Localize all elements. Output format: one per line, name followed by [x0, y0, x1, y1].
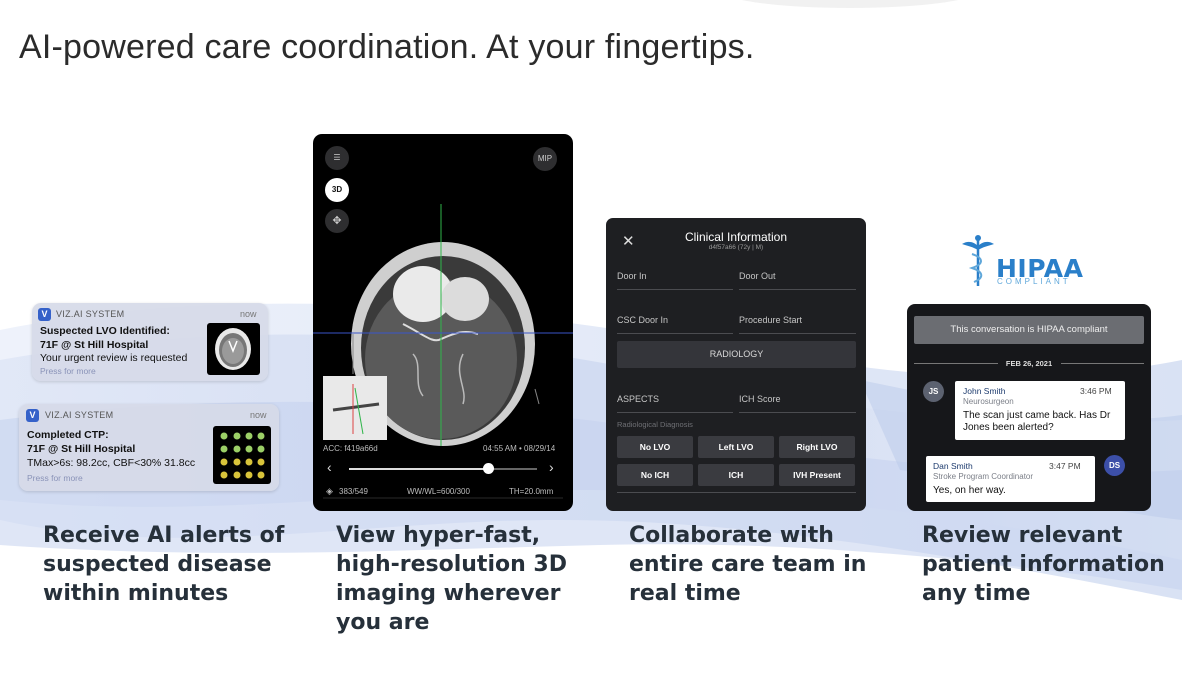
message-text: Jones been alerted? — [963, 422, 1054, 433]
3d-button[interactable]: 3D — [325, 178, 349, 202]
chip-left-lvo[interactable]: Left LVO — [698, 436, 774, 458]
slice-counter: 383/549 — [339, 487, 368, 496]
procedure-start-field[interactable]: Procedure Start — [739, 315, 802, 325]
caption-collaborate: Collaborate with entire care team in rea… — [629, 521, 866, 608]
sender-role: Stroke Program Coordinator — [933, 472, 1034, 481]
notification-message: TMax>6s: 98.2cc, CBF<30% 31.8cc — [27, 457, 196, 469]
chat-message: Dan Smith Stroke Program Coordinator 3:4… — [926, 456, 1095, 502]
date-divider-right — [1061, 363, 1144, 364]
caption-line: Review relevant — [922, 523, 1123, 548]
settings-sliders-icon[interactable]: ☰ — [325, 146, 349, 170]
chip-ich[interactable]: ICH — [698, 464, 774, 486]
chip-right-lvo[interactable]: Right LVO — [779, 436, 855, 458]
hipaa-compliant-logo: HIPAA COMPLIANT — [958, 232, 1083, 292]
chip-no-ich[interactable]: No ICH — [617, 464, 693, 486]
panel-title: Clinical Information — [684, 230, 788, 244]
message-text: The scan just came back. Has Dr — [963, 410, 1111, 421]
caption-line: any time — [922, 581, 1031, 606]
prev-slice-icon[interactable]: ‹ — [327, 459, 332, 475]
notification-lvo[interactable]: V VIZ.AI SYSTEM now Suspected LVO Identi… — [32, 303, 268, 381]
next-slice-icon[interactable]: › — [549, 459, 554, 475]
caption-imaging: View hyper-fast, high-resolution 3D imag… — [336, 521, 567, 637]
door-in-field[interactable]: Door In — [617, 271, 647, 281]
layers-icon: ◈ — [326, 486, 333, 496]
csc-door-in-field[interactable]: CSC Door In — [617, 315, 668, 325]
mip-button[interactable]: MIP — [533, 147, 557, 171]
imaging-viewer: ☰ MIP 3D ✥ ACC: f419a66d 04:55 AM • 08/2… — [313, 134, 573, 511]
slice-thickness: TH=20.0mm — [509, 487, 554, 496]
door-out-field[interactable]: Door Out — [739, 271, 776, 281]
brain-scan-icon — [207, 323, 260, 375]
slice-slider-handle[interactable] — [483, 463, 494, 474]
patient-id: d4f57a66 (72y | M) — [708, 244, 764, 251]
radiology-section-header[interactable]: RADIOLOGY — [617, 341, 856, 368]
sender-role: Neurosurgeon — [963, 397, 1014, 406]
notification-patient: 71F @ St Hill Hospital — [27, 443, 136, 455]
hipaa-chat-panel: This conversation is HIPAA compliant FEB… — [907, 304, 1151, 511]
notification-patient: 71F @ St Hill Hospital — [40, 339, 149, 351]
notification-title: Completed CTP: — [27, 429, 109, 441]
caption-line: imaging wherever — [336, 581, 561, 606]
notification-press-more: Press for more — [40, 366, 96, 376]
notification-title: Suspected LVO Identified: — [40, 325, 170, 337]
viz-app-icon: V — [26, 409, 39, 422]
caption-line: real time — [629, 581, 741, 606]
caduceus-icon — [962, 235, 994, 286]
scan-timestamp: 04:55 AM • 08/29/14 — [483, 444, 556, 453]
divider — [739, 289, 856, 290]
avatar: JS — [923, 381, 944, 402]
ct-brain-scan — [313, 204, 573, 499]
accession-number: ACC: f419a66d — [323, 444, 378, 453]
caption-review: Review relevant patient information any … — [922, 521, 1165, 608]
notification-app-name: VIZ.AI SYSTEM — [45, 410, 114, 420]
notification-ctp[interactable]: V VIZ.AI SYSTEM now Completed CTP: 71F @… — [19, 404, 279, 491]
page-headline: AI-powered care coordination. At your fi… — [19, 28, 755, 66]
clinical-info-panel: ✕ Clinical Information d4f57a66 (72y | M… — [606, 218, 866, 511]
divider — [617, 492, 856, 493]
message-text: Yes, on her way. — [933, 485, 1006, 496]
chip-ivh-present[interactable]: IVH Present — [779, 464, 855, 486]
message-time: 3:46 PM — [1080, 386, 1112, 396]
divider — [617, 333, 733, 334]
notification-app-name: VIZ.AI SYSTEM — [56, 309, 125, 319]
pan-move-icon[interactable]: ✥ — [325, 209, 349, 233]
caption-line: you are — [336, 610, 430, 635]
caption-line: View hyper-fast, — [336, 523, 541, 548]
compliant-word: COMPLIANT — [997, 277, 1071, 286]
caption-line: Collaborate with — [629, 523, 834, 548]
slice-slider-remaining[interactable] — [488, 468, 537, 470]
caption-line: high-resolution 3D — [336, 552, 567, 577]
viz-app-icon: V — [38, 308, 51, 321]
divider — [617, 289, 733, 290]
slice-slider-track[interactable] — [349, 468, 488, 470]
notification-time: now — [240, 309, 257, 319]
hipaa-banner: This conversation is HIPAA compliant — [914, 316, 1144, 344]
chat-message: John Smith Neurosurgeon 3:46 PM The scan… — [955, 381, 1125, 440]
ich-score-field[interactable]: ICH Score — [739, 394, 781, 404]
sender-name: John Smith — [963, 386, 1006, 396]
divider — [739, 333, 856, 334]
window-level: WW/WL=600/300 — [407, 487, 470, 496]
notification-press-more: Press for more — [27, 473, 83, 483]
caption-line: entire care team in — [629, 552, 867, 577]
radiological-diagnosis-label: Radiological Diagnosis — [617, 420, 693, 429]
divider — [617, 412, 733, 413]
message-time: 3:47 PM — [1049, 461, 1081, 471]
divider — [739, 412, 856, 413]
aspects-field[interactable]: ASPECTS — [617, 394, 659, 404]
sender-name: Dan Smith — [933, 461, 973, 471]
perfusion-grid-icon — [213, 426, 271, 484]
caption-line: suspected disease — [43, 552, 272, 577]
notification-time: now — [250, 410, 267, 420]
chip-no-lvo[interactable]: No LVO — [617, 436, 693, 458]
caption-line: patient information — [922, 552, 1165, 577]
caption-line: Receive AI alerts of — [43, 523, 285, 548]
notification-message: Your urgent review is requested — [40, 352, 188, 364]
avatar: DS — [1104, 455, 1125, 476]
caption-ai-alerts: Receive AI alerts of suspected disease w… — [43, 521, 284, 608]
caption-line: within minutes — [43, 581, 229, 606]
